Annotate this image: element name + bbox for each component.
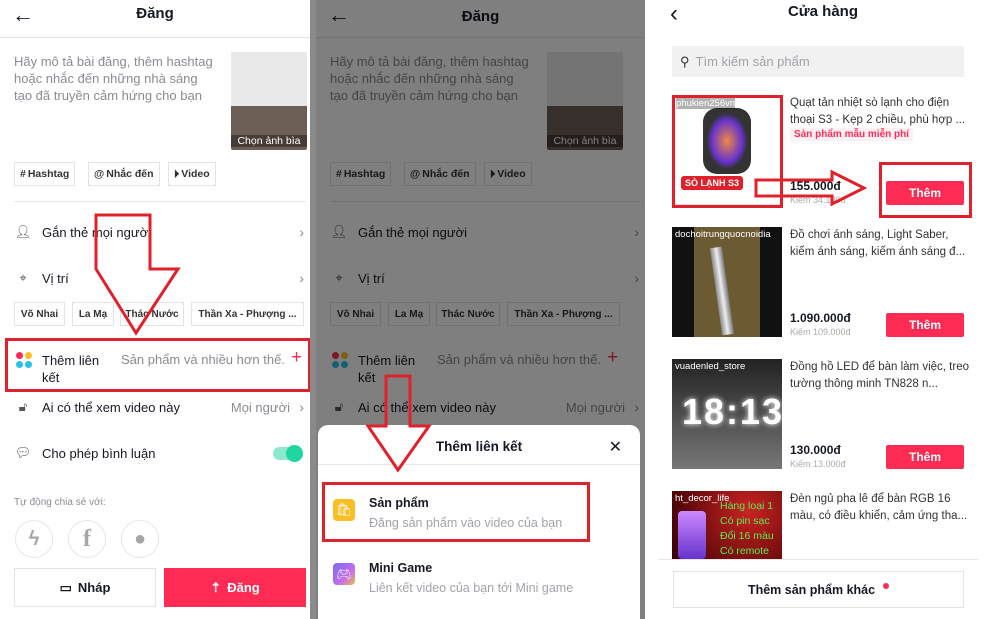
row-label: Vị trí bbox=[42, 270, 69, 286]
image-text: Hàng loại 1 Có pin sạc Đổi 16 màu Có rem… bbox=[720, 500, 774, 557]
add-link-sheet-screen: ← Đăng Hãy mô tả bài đăng, thêm hashtag … bbox=[316, 0, 645, 619]
close-icon[interactable]: ✕ bbox=[609, 437, 622, 457]
product-image: Hàng loại 1 Có pin sạc Đổi 16 màu Có rem… bbox=[672, 491, 782, 559]
comments-row: 💬︎ Cho phép bình luận bbox=[0, 441, 310, 465]
free-sample-badge: Sản phẩm mẫu miễn phí bbox=[790, 128, 914, 141]
search-icon: ⚲ bbox=[680, 53, 690, 69]
product-image: 18:13 vuadenled_store bbox=[672, 359, 782, 469]
product-title: Quạt tản nhiệt sò lạnh cho điện thoại S3… bbox=[790, 97, 966, 126]
privacy-row[interactable]: 🔓︎ Ai có thể xem video này Mọi người › bbox=[0, 395, 310, 419]
comment-icon: 💬︎ bbox=[14, 445, 32, 460]
image-text: 18:13 bbox=[682, 391, 782, 432]
play-circle-icon: ⏵ bbox=[174, 167, 180, 180]
choose-cover-label: Chọn ảnh bìa bbox=[231, 135, 307, 147]
chip-label: Video bbox=[181, 168, 210, 180]
annotation-box bbox=[5, 338, 310, 392]
product-image: dochoitrungquocnoidia bbox=[672, 227, 782, 337]
add-product-button[interactable]: Thêm bbox=[886, 445, 964, 469]
product-earn: Kiếm 13.000đ bbox=[790, 459, 846, 469]
annotation-arrow bbox=[366, 374, 432, 473]
option-subtitle: Liên kết video của bạn tới Mini game bbox=[369, 581, 574, 595]
chip-label: Nhắc đến bbox=[106, 168, 154, 180]
messenger-icon[interactable]: ϟ bbox=[15, 520, 53, 558]
draft-icon: ▭ bbox=[59, 579, 72, 595]
annotation-arrow bbox=[94, 213, 181, 336]
upload-icon: ⇡ bbox=[210, 579, 222, 595]
hashtag-icon: # bbox=[20, 168, 26, 180]
button-label: Nháp bbox=[77, 580, 111, 595]
product-earn: Kiếm 109.000đ bbox=[790, 327, 851, 337]
publish-button[interactable]: ⇡ Đăng bbox=[164, 568, 306, 607]
row-label: Cho phép bình luận bbox=[42, 445, 156, 461]
comments-toggle[interactable] bbox=[273, 445, 303, 462]
product-title: Đèn ngủ pha lê để bàn RGB 16 màu, có điề… bbox=[790, 493, 968, 522]
hashtag-chip[interactable]: #Hashtag bbox=[14, 162, 76, 186]
page-title: Cửa hàng bbox=[787, 3, 859, 20]
product-title: Đồ chơi ánh sáng, Light Saber, kiếm ánh … bbox=[790, 229, 966, 258]
location-chip[interactable]: Thần Xa - Phượng ... bbox=[191, 302, 304, 326]
page-title: Đăng bbox=[136, 5, 174, 22]
annotation-box bbox=[322, 482, 590, 542]
store-name: ht_decor_life bbox=[675, 493, 730, 504]
post-screen: ← Đăng Hãy mô tả bài đăng, thêm hashtag … bbox=[0, 0, 310, 619]
video-chip[interactable]: ⏵Video bbox=[168, 162, 216, 186]
message-icon[interactable]: ● bbox=[121, 520, 159, 558]
sheet-option-mini-game[interactable]: 🎮︎ Mini Game Liên kết video của bạn tới … bbox=[322, 550, 632, 610]
caption-input[interactable]: Hãy mô tả bài đăng, thêm hashtag hoặc nh… bbox=[14, 53, 214, 104]
lock-icon: 🔓︎ bbox=[18, 399, 28, 414]
location-pin-icon: ⌖ bbox=[19, 270, 27, 285]
option-title: Mini Game bbox=[369, 561, 433, 575]
store-name: vuadenled_store bbox=[675, 361, 746, 372]
person-icon: 👤︎ bbox=[14, 224, 32, 239]
product-title: Đồng hồ LED để bàn làm việc, treo tường … bbox=[790, 361, 969, 390]
shop-screen: ‹ Cửa hàng ⚲ Tìm kiếm sản phẩm SÒ LẠNH S3… bbox=[658, 0, 988, 619]
button-label: Đăng bbox=[227, 580, 260, 595]
chevron-right-icon: › bbox=[299, 399, 304, 415]
chevron-right-icon: › bbox=[299, 224, 304, 240]
chevron-right-icon: › bbox=[299, 270, 304, 286]
game-controller-icon: 🎮︎ bbox=[333, 563, 355, 585]
add-more-products-button[interactable]: Thêm sản phẩm khác bbox=[673, 571, 964, 608]
auto-share-label: Tự động chia sẻ với: bbox=[14, 497, 106, 508]
add-product-button[interactable]: Thêm bbox=[886, 313, 964, 337]
mention-chip[interactable]: @Nhắc đến bbox=[88, 162, 160, 186]
search-input[interactable]: ⚲ Tìm kiếm sản phẩm bbox=[672, 46, 964, 77]
draft-button[interactable]: ▭ Nháp bbox=[14, 568, 156, 607]
search-placeholder: Tìm kiếm sản phẩm bbox=[695, 54, 810, 69]
notification-dot bbox=[883, 582, 890, 589]
store-name: dochoitrungquocnoidia bbox=[675, 229, 771, 240]
chip-label: Hashtag bbox=[27, 168, 70, 180]
at-icon: @ bbox=[94, 168, 105, 180]
annotation-box bbox=[879, 162, 972, 218]
privacy-value: Mọi người bbox=[230, 399, 290, 415]
cover-thumbnail[interactable]: Chọn ảnh bìa bbox=[231, 52, 307, 150]
product-price: 1.090.000đ bbox=[790, 311, 851, 325]
product-price: 130.000đ bbox=[790, 443, 841, 457]
row-label: Ai có thể xem video này bbox=[42, 399, 181, 415]
annotation-arrow bbox=[754, 170, 868, 206]
facebook-icon[interactable]: f bbox=[68, 520, 106, 558]
button-label: Thêm sản phẩm khác bbox=[747, 582, 876, 597]
location-chip[interactable]: Võ Nhai bbox=[14, 302, 65, 326]
